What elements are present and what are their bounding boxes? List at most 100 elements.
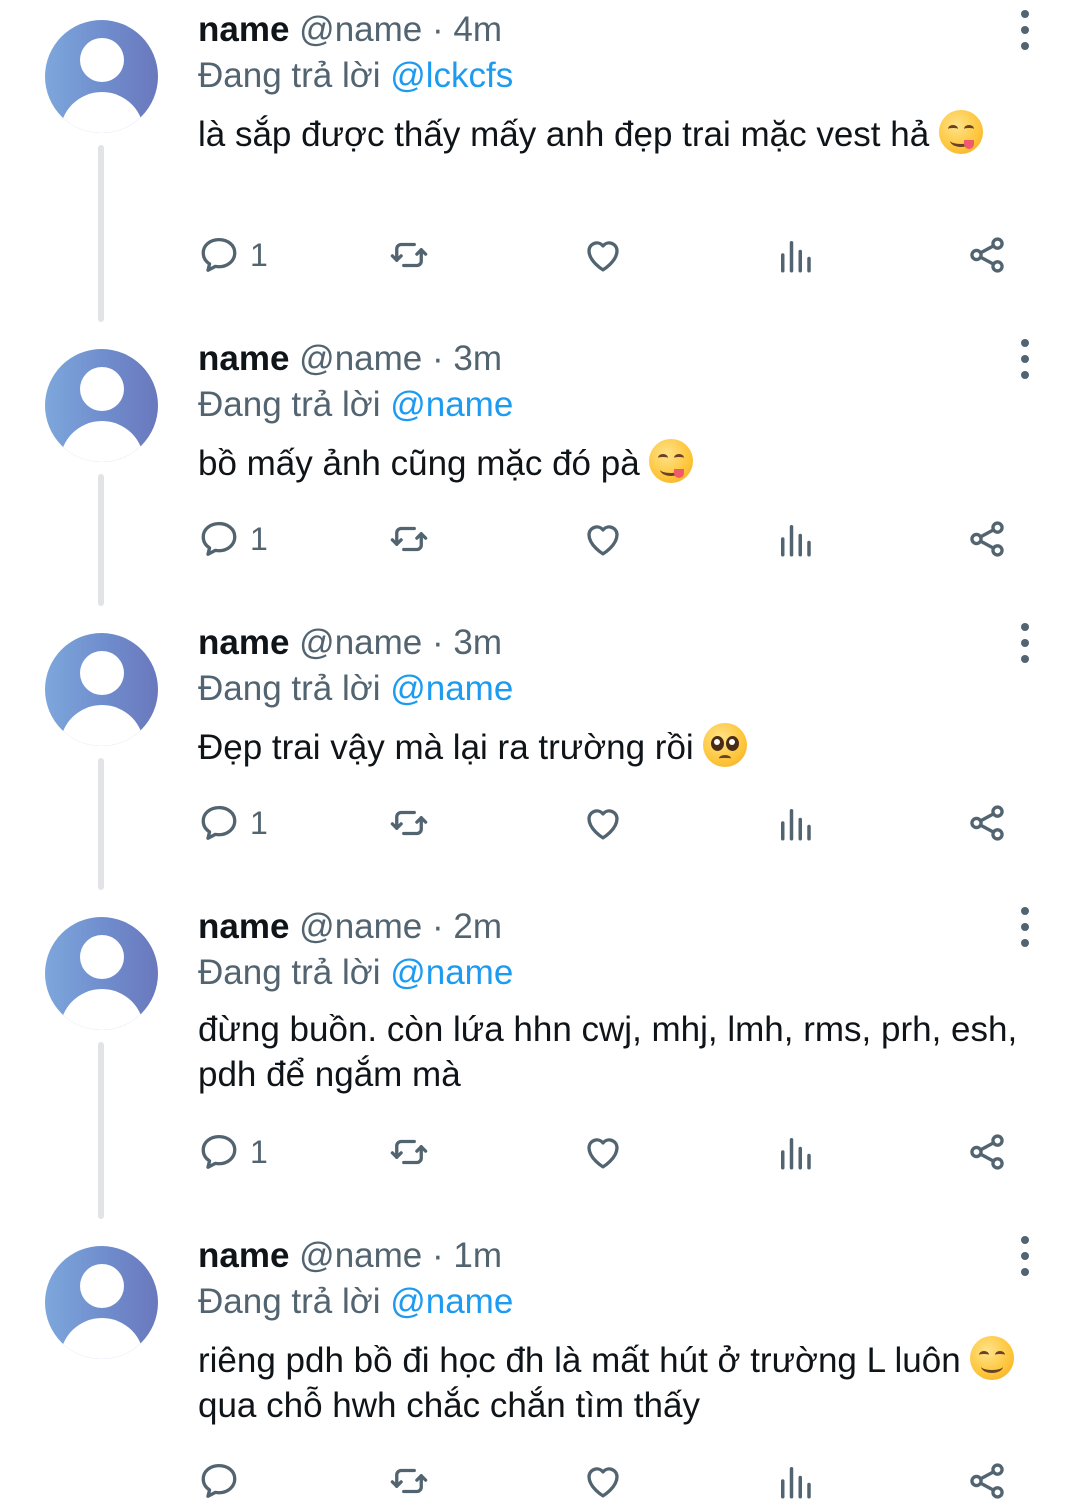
reply-count: 1 [250, 804, 268, 841]
heart-icon [582, 234, 624, 276]
reply-button[interactable]: 1 [198, 514, 268, 564]
mention-link[interactable]: @name [390, 953, 513, 992]
views-button[interactable] [774, 1127, 816, 1177]
tweet-text-part: Đẹp trai vậy mà lại ra trường rồi [198, 728, 694, 767]
share-button[interactable] [966, 1127, 1008, 1177]
retweet-icon [388, 234, 430, 276]
reply-icon [198, 234, 240, 276]
share-button[interactable] [966, 1456, 1008, 1506]
user-handle[interactable]: @name [299, 623, 422, 662]
heart-icon [582, 802, 624, 844]
display-name[interactable]: name [198, 339, 289, 378]
share-icon [966, 1460, 1008, 1502]
like-button[interactable] [582, 1127, 624, 1177]
views-button[interactable] [774, 230, 816, 280]
like-button[interactable] [582, 1456, 624, 1506]
replying-to: Đang trả lời @lckcfs [198, 52, 1020, 100]
blush-emoji-icon [970, 1336, 1015, 1380]
reply-button[interactable]: 1 [198, 230, 268, 280]
retweet-button[interactable] [388, 1127, 430, 1177]
replying-to-label: Đang trả lời [198, 56, 381, 95]
reply-button[interactable] [198, 1456, 250, 1506]
reply-button[interactable]: 1 [198, 798, 268, 848]
like-button[interactable] [582, 514, 624, 564]
share-button[interactable] [966, 230, 1008, 280]
tweet-text-part: riêng pdh bồ đi học đh là mất hút ở trườ… [198, 1341, 961, 1380]
timestamp[interactable]: · 2m [432, 907, 502, 946]
tweet-text-part: bồ mấy ảnh cũng mặc đó pà [198, 444, 640, 483]
tweet-text-part: qua chỗ hwh chắc chắn tìm thấy [198, 1386, 700, 1425]
tweet-text: là sắp được thấy mấy anh đẹp trai mặc ve… [198, 110, 1020, 210]
timestamp[interactable]: · 1m [432, 1236, 502, 1275]
reply-count: 1 [250, 520, 268, 557]
avatar[interactable] [45, 349, 158, 462]
tweet-actions: 1 [198, 798, 1018, 848]
replying-to: Đang trả lời @name [198, 665, 1020, 713]
mention-link[interactable]: @lckcfs [390, 56, 513, 95]
reply-count: 1 [250, 236, 268, 273]
timestamp[interactable]: · 4m [432, 10, 502, 49]
replying-to: Đang trả lời @name [198, 949, 1020, 997]
display-name[interactable]: name [198, 623, 289, 662]
tweet-header: name @name · 1m [198, 1234, 1020, 1278]
mention-link[interactable]: @name [390, 1282, 513, 1321]
reply-count: 1 [250, 1133, 268, 1170]
display-name[interactable]: name [198, 1236, 289, 1275]
heart-icon [582, 518, 624, 560]
views-button[interactable] [774, 514, 816, 564]
like-button[interactable] [582, 230, 624, 280]
like-button[interactable] [582, 798, 624, 848]
share-icon [966, 802, 1008, 844]
more-icon[interactable] [1018, 1236, 1032, 1276]
avatar[interactable] [45, 20, 158, 133]
tweet-actions: 1 [198, 230, 1018, 280]
display-name[interactable]: name [198, 907, 289, 946]
views-button[interactable] [774, 1456, 816, 1506]
user-handle[interactable]: @name [299, 1236, 422, 1275]
tweet-text: riêng pdh bồ đi học đh là mất hút ở trườ… [198, 1336, 1020, 1436]
tweet-actions: 1 [198, 1127, 1018, 1177]
retweet-button[interactable] [388, 230, 430, 280]
views-icon [774, 1460, 816, 1502]
share-icon [966, 518, 1008, 560]
more-icon[interactable] [1018, 10, 1032, 50]
replying-to: Đang trả lời @name [198, 381, 1020, 429]
heart-icon [582, 1460, 624, 1502]
share-button[interactable] [966, 798, 1008, 848]
views-button[interactable] [774, 798, 816, 848]
views-icon [774, 234, 816, 276]
views-icon [774, 518, 816, 560]
timestamp[interactable]: · 3m [432, 339, 502, 378]
more-icon[interactable] [1018, 339, 1032, 379]
user-handle[interactable]: @name [299, 10, 422, 49]
mention-link[interactable]: @name [390, 669, 513, 708]
avatar[interactable] [45, 633, 158, 746]
retweet-icon [388, 1131, 430, 1173]
reply-button[interactable]: 1 [198, 1127, 268, 1177]
avatar[interactable] [45, 917, 158, 1030]
tweet-text-part: là sắp được thấy mấy anh đẹp trai mặc ve… [198, 115, 930, 154]
yum-emoji-icon [649, 439, 694, 483]
user-handle[interactable]: @name [299, 339, 422, 378]
tweet-header: name @name · 3m [198, 621, 1020, 665]
share-button[interactable] [966, 514, 1008, 564]
retweet-button[interactable] [388, 798, 430, 848]
tweet-text: đừng buồn. còn lứa hhn cwj, mhj, lmh, rm… [198, 1007, 1020, 1107]
retweet-button[interactable] [388, 514, 430, 564]
tweet-text: Đẹp trai vậy mà lại ra trường rồi [198, 723, 1020, 773]
share-icon [966, 1131, 1008, 1173]
replying-to-label: Đang trả lời [198, 669, 381, 708]
timestamp[interactable]: · 3m [432, 623, 502, 662]
share-icon [966, 234, 1008, 276]
mention-link[interactable]: @name [390, 385, 513, 424]
display-name[interactable]: name [198, 10, 289, 49]
more-icon[interactable] [1018, 907, 1032, 947]
yum-emoji-icon [938, 110, 983, 154]
tweet-text: bồ mấy ảnh cũng mặc đó pà [198, 439, 1020, 489]
retweet-button[interactable] [388, 1456, 430, 1506]
more-icon[interactable] [1018, 623, 1032, 663]
avatar[interactable] [45, 1246, 158, 1359]
user-handle[interactable]: @name [299, 907, 422, 946]
reply-icon [198, 518, 240, 560]
replying-to-label: Đang trả lời [198, 953, 381, 992]
